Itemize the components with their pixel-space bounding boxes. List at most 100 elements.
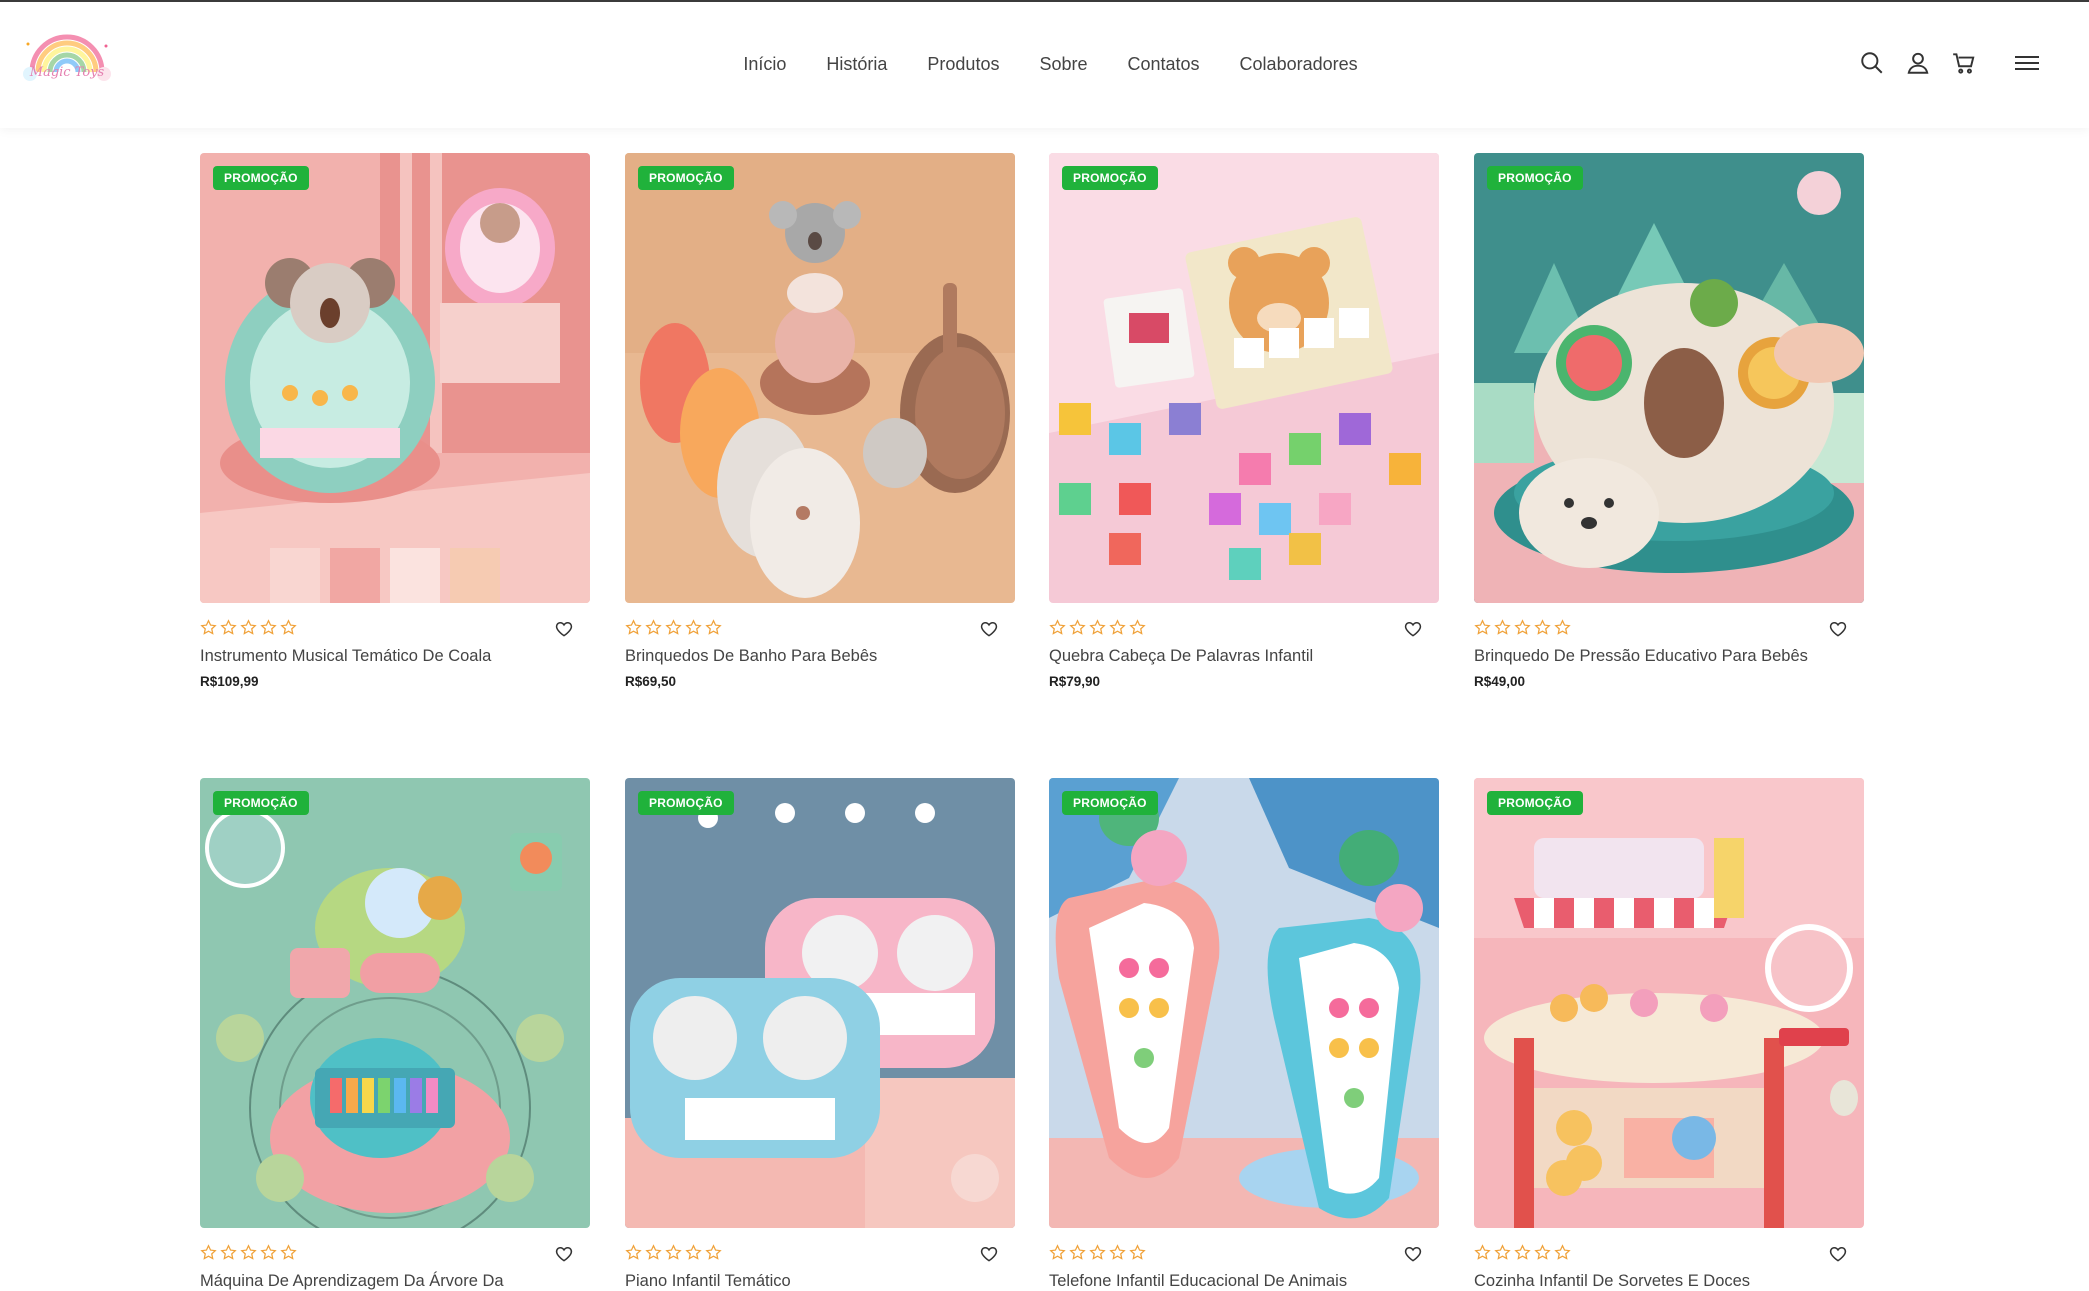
product-price: R$49,00	[1474, 674, 1526, 689]
product-card[interactable]: PROMOÇÃO Cozinha Infantil De Sorvetes E …	[1474, 778, 1864, 1291]
product-image[interactable]: PROMOÇÃO	[1049, 778, 1439, 1228]
star-icon	[260, 1244, 277, 1260]
product-card[interactable]: PROMOÇÃO Brinquedo De Pressão Educativo …	[1474, 153, 1864, 689]
star-icon	[1129, 1244, 1146, 1260]
word-puzzle-image	[1049, 153, 1439, 603]
product-card[interactable]: PROMOÇÃO Quebra Cabeça De Palavras Infan…	[1049, 153, 1439, 689]
nav-item-sobre[interactable]: Sobre	[1019, 54, 1107, 75]
main-nav: Início História Produtos Sobre Contatos …	[0, 54, 2089, 75]
wishlist-heart-icon[interactable]	[1403, 619, 1423, 639]
star-icon	[685, 1244, 702, 1260]
nav-item-historia[interactable]: História	[806, 54, 907, 75]
product-name[interactable]: Telefone Infantil Educacional De Animais	[1049, 1272, 1439, 1291]
product-image[interactable]: PROMOÇÃO	[1474, 153, 1864, 603]
nav-item-colaboradores[interactable]: Colaboradores	[1220, 54, 1378, 75]
product-card[interactable]: PROMOÇÃO Piano Infantil Temático	[625, 778, 1015, 1291]
rating-stars	[625, 1244, 722, 1261]
star-icon	[685, 619, 702, 635]
product-image[interactable]: PROMOÇÃO	[200, 153, 590, 603]
animal-phone-toy-image	[1049, 778, 1439, 1228]
star-icon	[1109, 1244, 1126, 1260]
rating-stars	[200, 1244, 297, 1261]
wishlist-heart-icon[interactable]	[979, 619, 999, 639]
rating-stars	[1474, 1244, 1571, 1261]
product-name[interactable]: Brinquedo De Pressão Educativo Para Bebê…	[1474, 647, 1864, 666]
star-icon	[1109, 619, 1126, 635]
promo-badge: PROMOÇÃO	[1062, 166, 1158, 190]
promo-badge: PROMOÇÃO	[638, 791, 734, 815]
star-icon	[625, 619, 642, 635]
nav-item-contatos[interactable]: Contatos	[1108, 54, 1220, 75]
star-icon	[240, 1244, 257, 1260]
promo-badge: PROMOÇÃO	[1062, 791, 1158, 815]
user-icon[interactable]	[1905, 50, 1931, 76]
star-icon	[1049, 1244, 1066, 1260]
star-icon	[665, 619, 682, 635]
ice-cream-kitchen-image	[1474, 778, 1864, 1228]
pressure-toy-image	[1474, 153, 1864, 603]
star-icon	[1514, 619, 1531, 635]
site-header: Magic Toys Início História Produtos Sobr…	[0, 2, 2089, 128]
menu-icon[interactable]	[2013, 50, 2041, 76]
star-icon	[645, 619, 662, 635]
rating-stars	[200, 619, 297, 636]
star-icon	[665, 1244, 682, 1260]
product-name[interactable]: Brinquedos De Banho Para Bebês	[625, 647, 1015, 666]
product-price: R$109,99	[200, 674, 259, 689]
star-icon	[1049, 619, 1066, 635]
nav-item-inicio[interactable]: Início	[723, 54, 806, 75]
product-price: R$69,50	[625, 674, 677, 689]
product-card[interactable]: PROMOÇÃO Máquina De Aprendizagem Da Árvo…	[200, 778, 590, 1291]
learning-tree-toy-image	[200, 778, 590, 1228]
star-icon	[1129, 619, 1146, 635]
product-card[interactable]: PROMOÇÃO Telefone Infantil Educacional D…	[1049, 778, 1439, 1291]
star-icon	[1069, 1244, 1086, 1260]
product-name[interactable]: Quebra Cabeça De Palavras Infantil	[1049, 647, 1439, 666]
rating-stars	[1049, 619, 1146, 636]
product-image[interactable]: PROMOÇÃO	[625, 778, 1015, 1228]
promo-badge: PROMOÇÃO	[1487, 791, 1583, 815]
rating-stars	[1049, 1244, 1146, 1261]
wishlist-heart-icon[interactable]	[1828, 619, 1848, 639]
star-icon	[1089, 619, 1106, 635]
star-icon	[1069, 619, 1086, 635]
promo-badge: PROMOÇÃO	[638, 166, 734, 190]
star-icon	[1474, 619, 1491, 635]
search-icon[interactable]	[1859, 50, 1885, 76]
rating-stars	[1474, 619, 1571, 636]
cart-icon[interactable]	[1951, 50, 1977, 76]
product-name[interactable]: Cozinha Infantil De Sorvetes E Doces	[1474, 1272, 1864, 1291]
nav-item-produtos[interactable]: Produtos	[907, 54, 1019, 75]
star-icon	[220, 619, 237, 635]
wishlist-heart-icon[interactable]	[1403, 1244, 1423, 1264]
star-icon	[1494, 619, 1511, 635]
star-icon	[1554, 1244, 1571, 1260]
piano-toy-image	[625, 778, 1015, 1228]
star-icon	[220, 1244, 237, 1260]
product-name[interactable]: Piano Infantil Temático	[625, 1272, 1015, 1291]
product-name[interactable]: Instrumento Musical Temático De Coala	[200, 647, 590, 666]
wishlist-heart-icon[interactable]	[554, 619, 574, 639]
star-icon	[705, 619, 722, 635]
wishlist-heart-icon[interactable]	[979, 1244, 999, 1264]
wishlist-heart-icon[interactable]	[1828, 1244, 1848, 1264]
star-icon	[200, 1244, 217, 1260]
product-name[interactable]: Máquina De Aprendizagem Da Árvore Da	[200, 1272, 590, 1291]
product-image[interactable]: PROMOÇÃO	[1049, 153, 1439, 603]
promo-badge: PROMOÇÃO	[213, 791, 309, 815]
product-card[interactable]: PROMOÇÃO Instrumento Musical Temático De…	[200, 153, 590, 689]
wishlist-heart-icon[interactable]	[554, 1244, 574, 1264]
product-image[interactable]: PROMOÇÃO	[1474, 778, 1864, 1228]
star-icon	[705, 1244, 722, 1260]
promo-badge: PROMOÇÃO	[1487, 166, 1583, 190]
koala-music-toy-image	[200, 153, 590, 603]
header-actions	[1859, 50, 2041, 76]
product-card[interactable]: PROMOÇÃO Brinquedos De Banho Para Bebês …	[625, 153, 1015, 689]
product-image[interactable]: PROMOÇÃO	[625, 153, 1015, 603]
star-icon	[645, 1244, 662, 1260]
star-icon	[280, 1244, 297, 1260]
star-icon	[1494, 1244, 1511, 1260]
star-icon	[200, 619, 217, 635]
product-price: R$79,90	[1049, 674, 1101, 689]
product-image[interactable]: PROMOÇÃO	[200, 778, 590, 1228]
